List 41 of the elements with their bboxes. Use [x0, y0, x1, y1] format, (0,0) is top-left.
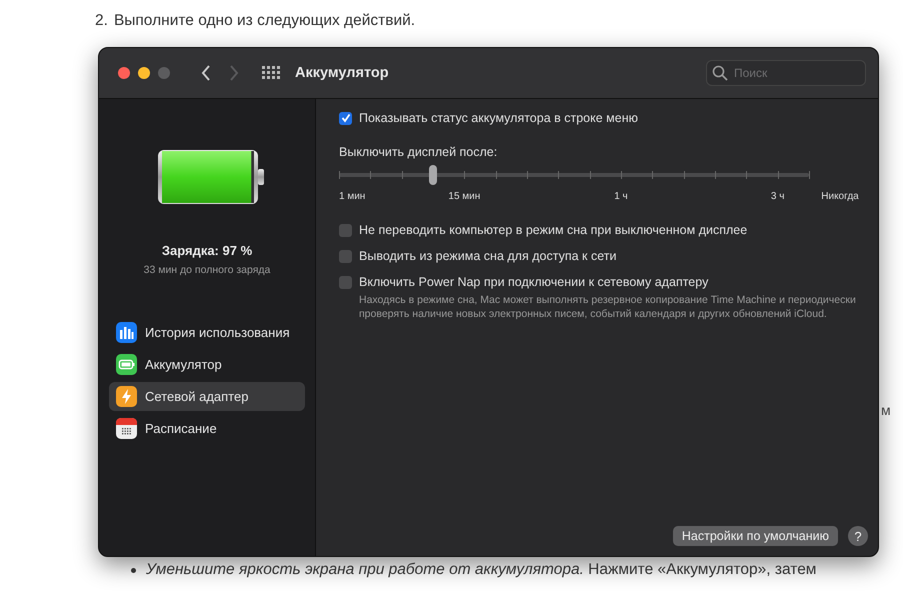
option-note: Находясь в режиме сна, Mac может выполнять резервное копирование Time Machine и периодически проверять наличие новых электронных писем, событий календаря и других обновлений iCloud.	[359, 294, 857, 322]
bullet-text: Уменьшите яркость экрана при работе от аккумулятора. Нажмите «Аккумулятор», затем	[146, 561, 816, 579]
search-icon	[712, 65, 728, 81]
checkbox[interactable]	[339, 224, 352, 236]
sidebar-item[interactable]: История использования	[109, 318, 305, 347]
close-button[interactable]	[118, 67, 130, 79]
tick-label: 1 мин	[339, 191, 366, 202]
minimize-button[interactable]	[138, 67, 150, 79]
bar-chart-icon	[116, 322, 137, 343]
back-icon[interactable]	[200, 64, 212, 82]
lightning-icon	[116, 386, 137, 407]
checkbox[interactable]	[339, 276, 352, 288]
step-number: 2.	[95, 12, 108, 31]
slider-label: Выключить дисплей после:	[339, 145, 498, 159]
checkbox-label: Включить Power Nap при подключении к сетевому адаптеру	[359, 275, 708, 289]
sidebar-item[interactable]: Аккумулятор	[109, 350, 305, 379]
search-field[interactable]: Поиск	[706, 60, 866, 86]
grid-icon[interactable]	[262, 66, 280, 80]
tick-label: 15 мин	[448, 191, 480, 202]
charging-detail: 33 мин до полного заряда	[142, 264, 272, 276]
checkbox-label: Не переводить компьютер в режим сна при выключенном дисплее	[359, 223, 748, 237]
checkbox[interactable]	[339, 250, 352, 262]
battery-icon	[157, 149, 265, 207]
defaults-button[interactable]: Настройки по умолчанию	[672, 526, 838, 546]
checkbox-label: Показывать статус аккумулятора в строке меню	[359, 111, 638, 125]
step-text: Выполните одно из следующих действий.	[114, 12, 416, 31]
charging-status: Зарядка: 97 %	[160, 243, 254, 258]
sidebar-item[interactable]: Расписание	[109, 414, 305, 443]
slider-track[interactable]	[339, 165, 809, 185]
sidebar-item[interactable]: Сетевой адаптер	[109, 382, 305, 411]
battery-icon	[116, 354, 137, 375]
page-text-fragment: м	[881, 402, 891, 418]
checkbox-label: Выводить из режима сна для доступа к сети	[359, 249, 616, 263]
slider-thumb[interactable]	[429, 165, 437, 185]
checkbox[interactable]	[339, 112, 352, 124]
window-title: Аккумулятор	[295, 65, 389, 81]
calendar-icon	[116, 418, 137, 439]
tick-label: 3 ч	[770, 191, 784, 202]
tick-label: Никогда	[821, 191, 859, 202]
help-button[interactable]: ?	[848, 526, 868, 546]
tick-label: 1 ч	[614, 191, 628, 202]
